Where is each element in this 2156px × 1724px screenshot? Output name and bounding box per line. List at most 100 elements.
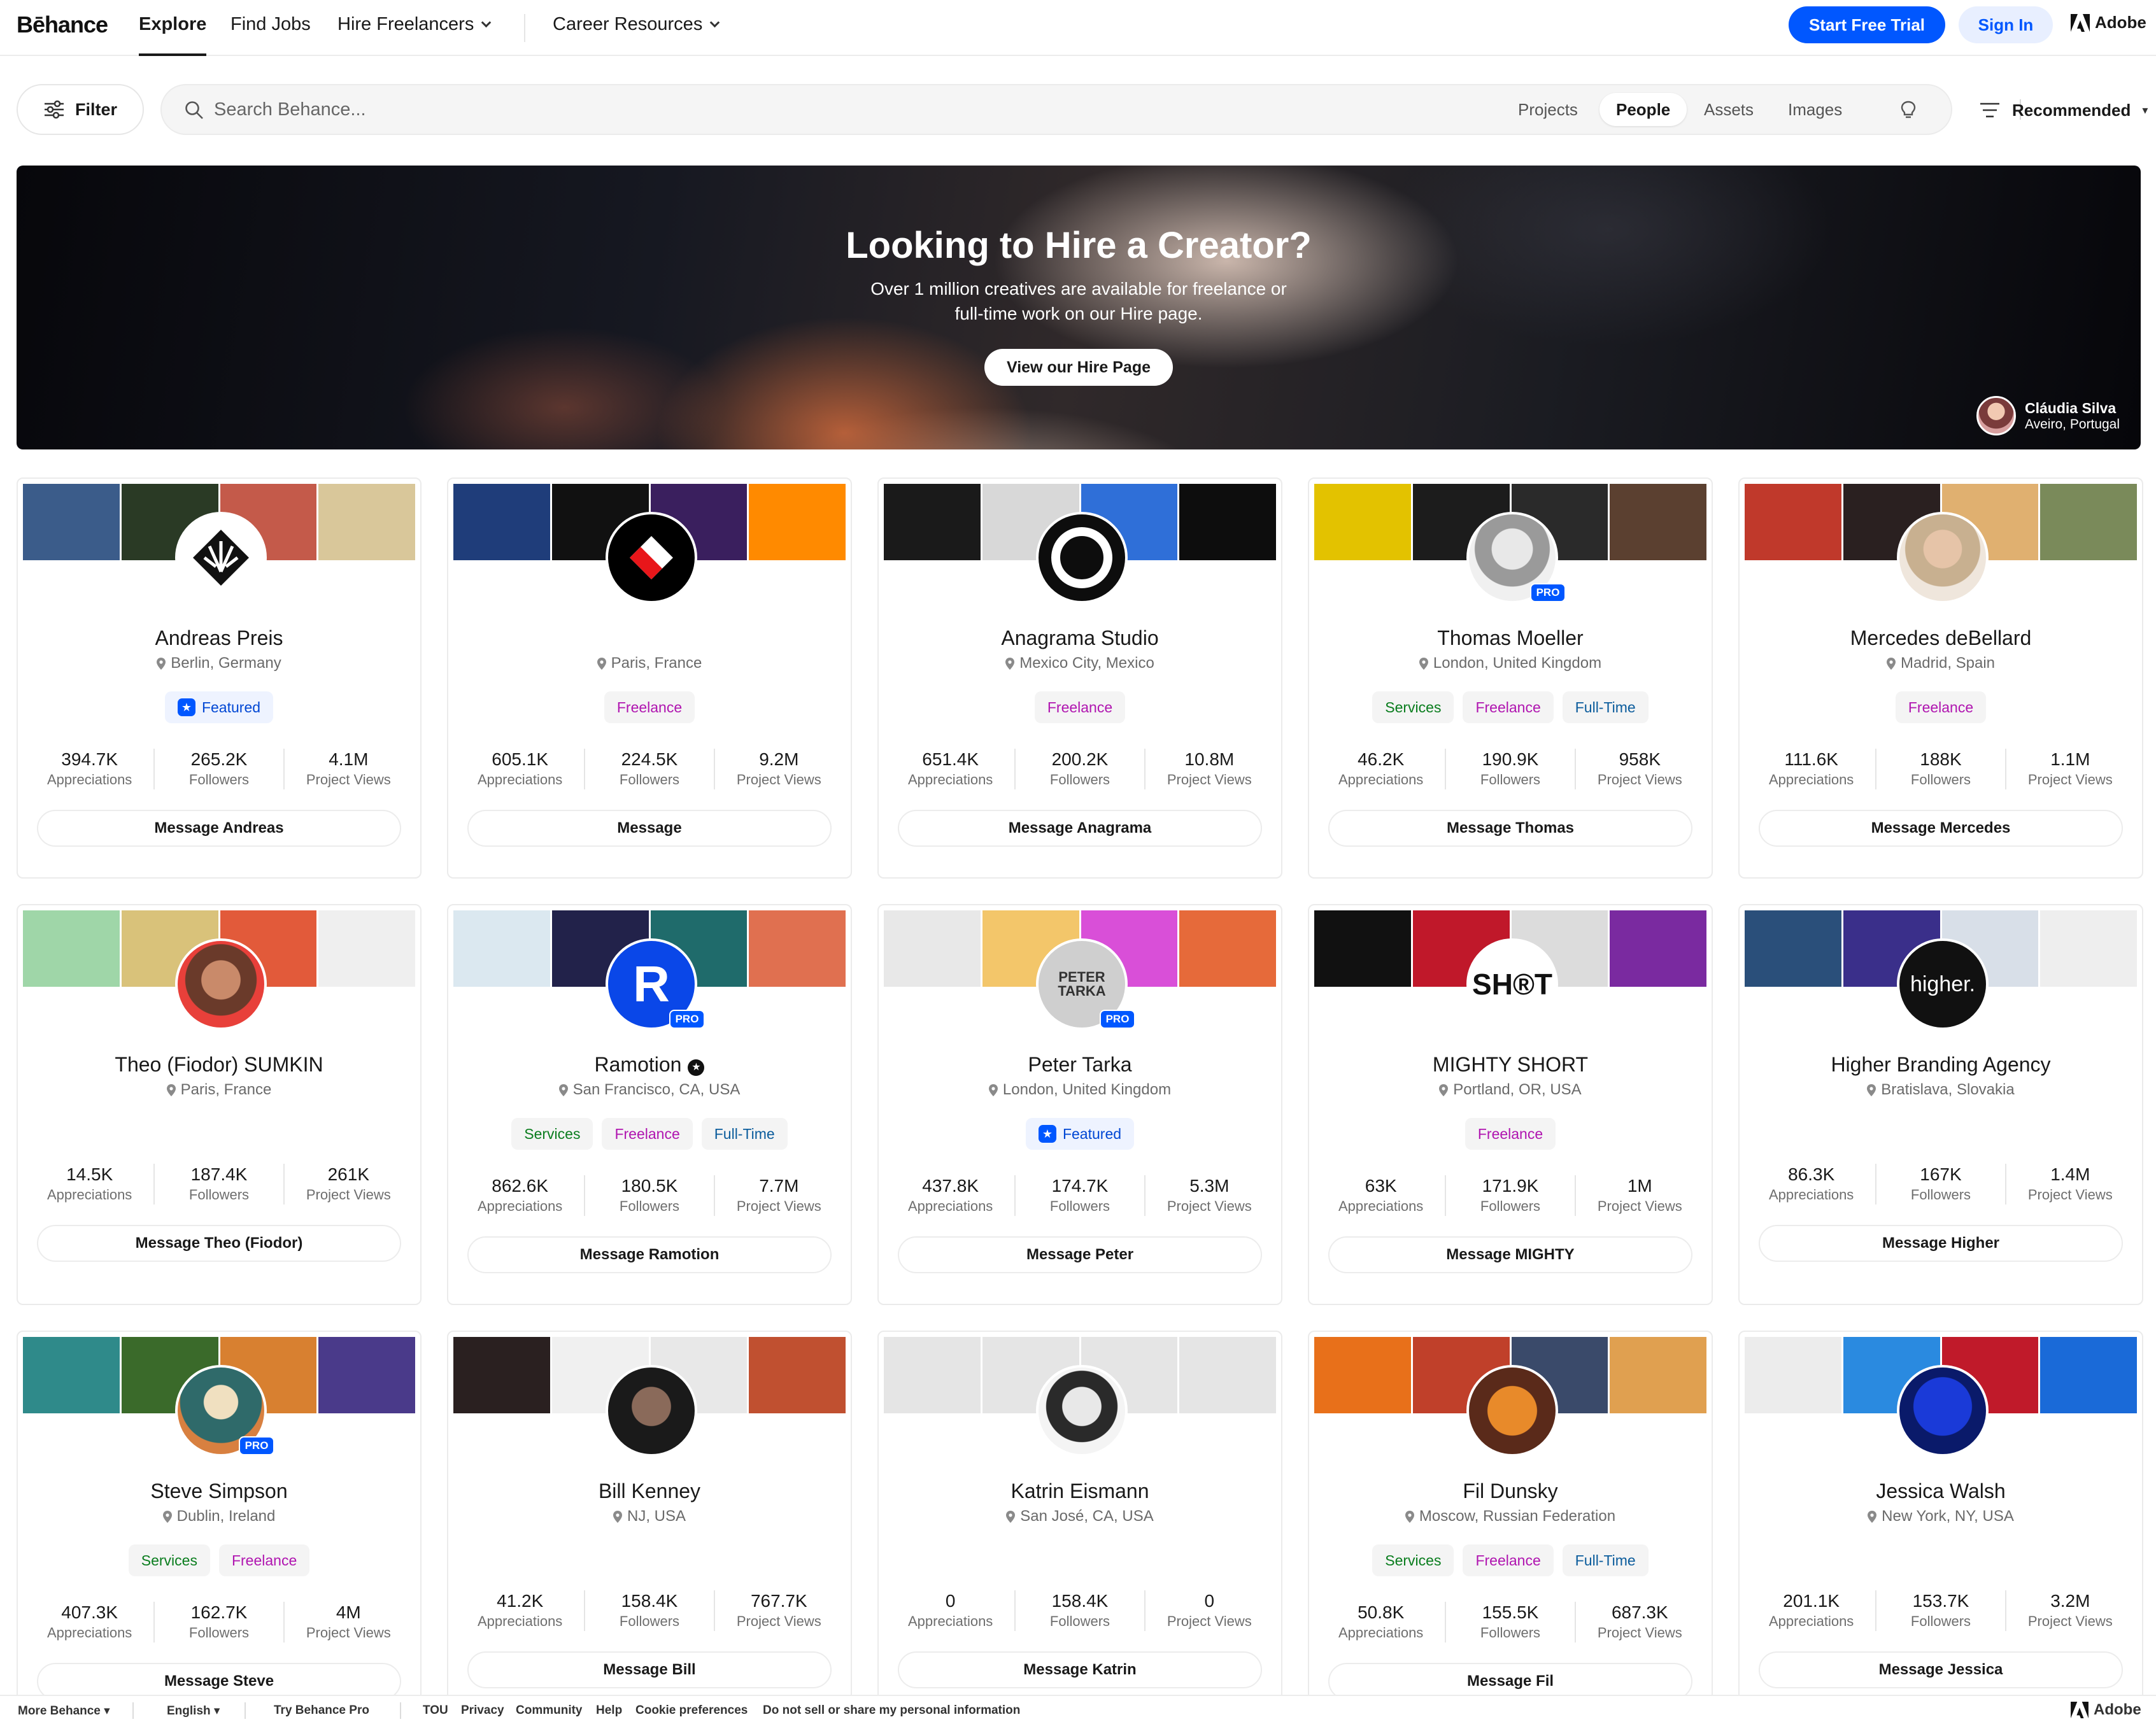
message-button[interactable]: Message Higher <box>1759 1225 2123 1262</box>
project-thumbnail[interactable] <box>1745 1337 1841 1413</box>
creator-name[interactable]: Andreas Preis <box>18 626 420 650</box>
badge-fulltime[interactable]: Full-Time <box>1562 691 1649 723</box>
project-thumbnail[interactable] <box>749 910 846 987</box>
lightbulb-idea-icon[interactable] <box>1897 99 1919 121</box>
creator-avatar[interactable] <box>1036 512 1128 604</box>
filter-button[interactable]: Filter <box>17 84 144 135</box>
creator-name[interactable]: Higher Branding Agency <box>1740 1053 2142 1077</box>
banner-credit[interactable]: Cláudia Silva Aveiro, Portugal <box>1976 396 2120 435</box>
view-hire-page-button[interactable]: View our Hire Page <box>984 349 1173 386</box>
creator-avatar[interactable] <box>606 512 697 604</box>
project-thumbnail[interactable] <box>23 1337 120 1413</box>
badge-services[interactable]: Services <box>1372 691 1454 723</box>
creator-name[interactable]: Bill Kenney <box>448 1480 851 1503</box>
message-button[interactable]: Message MIGHTY <box>1328 1236 1692 1273</box>
badge-services[interactable]: Services <box>1372 1544 1454 1576</box>
message-button[interactable]: Message Peter <box>898 1236 1262 1273</box>
badge-freelance[interactable]: Freelance <box>1463 691 1554 723</box>
project-thumbnail[interactable] <box>453 910 550 987</box>
message-button[interactable]: Message <box>467 810 832 847</box>
message-button[interactable]: Message Theo (Fiodor) <box>37 1225 401 1262</box>
footer-link-privacy[interactable]: Privacy <box>461 1704 504 1718</box>
creator-name[interactable]: Theo (Fiodor) SUMKIN <box>18 1053 420 1077</box>
project-thumbnail[interactable] <box>884 910 981 987</box>
creator-card[interactable]: PRO Thomas Moeller London, United Kingdom S… <box>1308 477 1713 879</box>
creator-card[interactable]: Theo (Fiodor) SUMKIN Paris, France 14.5K Ap… <box>17 904 422 1305</box>
message-button[interactable]: Message Jessica <box>1759 1651 2123 1688</box>
badge-fulltime[interactable]: Full-Time <box>701 1118 788 1150</box>
creator-name[interactable]: Fil Dunsky <box>1309 1480 1712 1503</box>
creator-card[interactable]: Jessica Walsh New York, NY, USA 201.1K Appr… <box>1738 1331 2143 1713</box>
project-thumbnail[interactable] <box>1610 484 1706 560</box>
nav-explore[interactable]: Explore <box>139 14 207 56</box>
creator-name[interactable]: Ramotion ★ <box>448 1053 851 1077</box>
creator-name[interactable]: Mercedes deBellard <box>1740 626 2142 650</box>
badge-freelance[interactable]: Freelance <box>602 1118 693 1150</box>
footer-link-tou[interactable]: TOU <box>423 1704 448 1718</box>
project-thumbnail[interactable] <box>318 910 415 987</box>
creator-name[interactable]: Anagrama Studio <box>879 626 1281 650</box>
project-thumbnail[interactable] <box>1179 910 1276 987</box>
project-thumbnail[interactable] <box>23 484 120 560</box>
project-thumbnail[interactable] <box>884 1337 981 1413</box>
message-button[interactable]: Message Katrin <box>898 1651 1262 1688</box>
creator-avatar[interactable] <box>1036 1365 1128 1457</box>
creator-avatar[interactable] <box>1466 1365 1558 1457</box>
badge-freelance[interactable]: Freelance <box>218 1544 310 1576</box>
footer-more-behance[interactable]: More Behance ▾ <box>18 1704 110 1718</box>
message-button[interactable]: Message Andreas <box>37 810 401 847</box>
creator-avatar[interactable] <box>1897 1365 1989 1457</box>
creator-card[interactable]: PETER TARKA PRO Peter Tarka London, United K… <box>877 904 1282 1305</box>
tab-people[interactable]: People <box>1599 93 1687 126</box>
project-thumbnail[interactable] <box>1179 1337 1276 1413</box>
project-thumbnail[interactable] <box>1745 484 1841 560</box>
creator-card[interactable]: R PRO Ramotion ★ San Francisco, CA, USA Servi… <box>447 904 852 1305</box>
project-thumbnail[interactable] <box>453 1337 550 1413</box>
project-thumbnail[interactable] <box>2040 1337 2137 1413</box>
creator-name[interactable]: Steve Simpson <box>18 1480 420 1503</box>
creator-card[interactable]: Mercedes deBellard Madrid, Spain Freelance… <box>1738 477 2143 879</box>
creator-card[interactable]: Bill Kenney NJ, USA 41.2K Appreciations 158.… <box>447 1331 852 1713</box>
badge-freelance[interactable]: Freelance <box>1463 1544 1554 1576</box>
message-button[interactable]: Message Anagrama <box>898 810 1262 847</box>
badge-freelance[interactable]: Freelance <box>1465 1118 1556 1150</box>
creator-name[interactable]: Jessica Walsh <box>1740 1480 2142 1503</box>
search-input[interactable] <box>214 85 1424 134</box>
message-button[interactable]: Message Thomas <box>1328 810 1692 847</box>
creator-avatar[interactable]: SH®T <box>1466 938 1558 1030</box>
badge-freelance[interactable]: Freelance <box>604 691 695 723</box>
footer-adobe-link[interactable]: Adobe <box>2071 1701 2141 1719</box>
start-free-trial-button[interactable]: Start Free Trial <box>1789 6 1945 43</box>
sort-dropdown[interactable]: Recommended ▾ <box>1979 95 2148 125</box>
badge-fulltime[interactable]: Full-Time <box>1562 1544 1649 1576</box>
badge-featured[interactable]: ★ Featured <box>1025 1118 1135 1150</box>
creator-card[interactable]: SH®T MIGHTY SHORT Portland, OR, USA Freelan… <box>1308 904 1713 1305</box>
project-thumbnail[interactable] <box>749 1337 846 1413</box>
creator-name[interactable]: Thomas Moeller <box>1309 626 1712 650</box>
project-thumbnail[interactable] <box>318 484 415 560</box>
badge-featured[interactable]: ★ Featured <box>164 691 274 723</box>
footer-try-pro[interactable]: Try Behance Pro <box>274 1704 369 1718</box>
adobe-link[interactable]: Adobe <box>2071 13 2146 32</box>
creator-avatar[interactable] <box>175 512 267 604</box>
tab-images[interactable]: Images <box>1771 93 1859 126</box>
creator-card[interactable]: Anagrama Studio Mexico City, Mexico Freela… <box>877 477 1282 879</box>
tab-projects[interactable]: Projects <box>1501 93 1594 126</box>
project-thumbnail[interactable] <box>884 484 981 560</box>
creator-avatar[interactable]: higher. <box>1897 938 1989 1030</box>
nav-find-jobs[interactable]: Find Jobs <box>230 14 311 56</box>
creator-name[interactable]: MIGHTY SHORT <box>1309 1053 1712 1077</box>
creator-avatar[interactable] <box>606 1365 697 1457</box>
behance-logo[interactable]: Bēhance <box>17 11 108 38</box>
badge-freelance[interactable]: Freelance <box>1034 691 1126 723</box>
project-thumbnail[interactable] <box>318 1337 415 1413</box>
project-thumbnail[interactable] <box>1314 1337 1411 1413</box>
creator-card[interactable]: higher. Higher Branding Agency Bratislava,… <box>1738 904 2143 1305</box>
message-button[interactable]: Message Ramotion <box>467 1236 832 1273</box>
creator-avatar[interactable] <box>1897 512 1989 604</box>
footer-link-cookie-preferences[interactable]: Cookie preferences <box>635 1704 748 1718</box>
creator-card[interactable]: PRO Steve Simpson Dublin, Ireland Services F… <box>17 1331 422 1713</box>
nav-career-resources[interactable]: Career Resources <box>553 14 720 56</box>
footer-link-community[interactable]: Community <box>516 1704 583 1718</box>
nav-hire-freelancers[interactable]: Hire Freelancers <box>337 14 492 56</box>
